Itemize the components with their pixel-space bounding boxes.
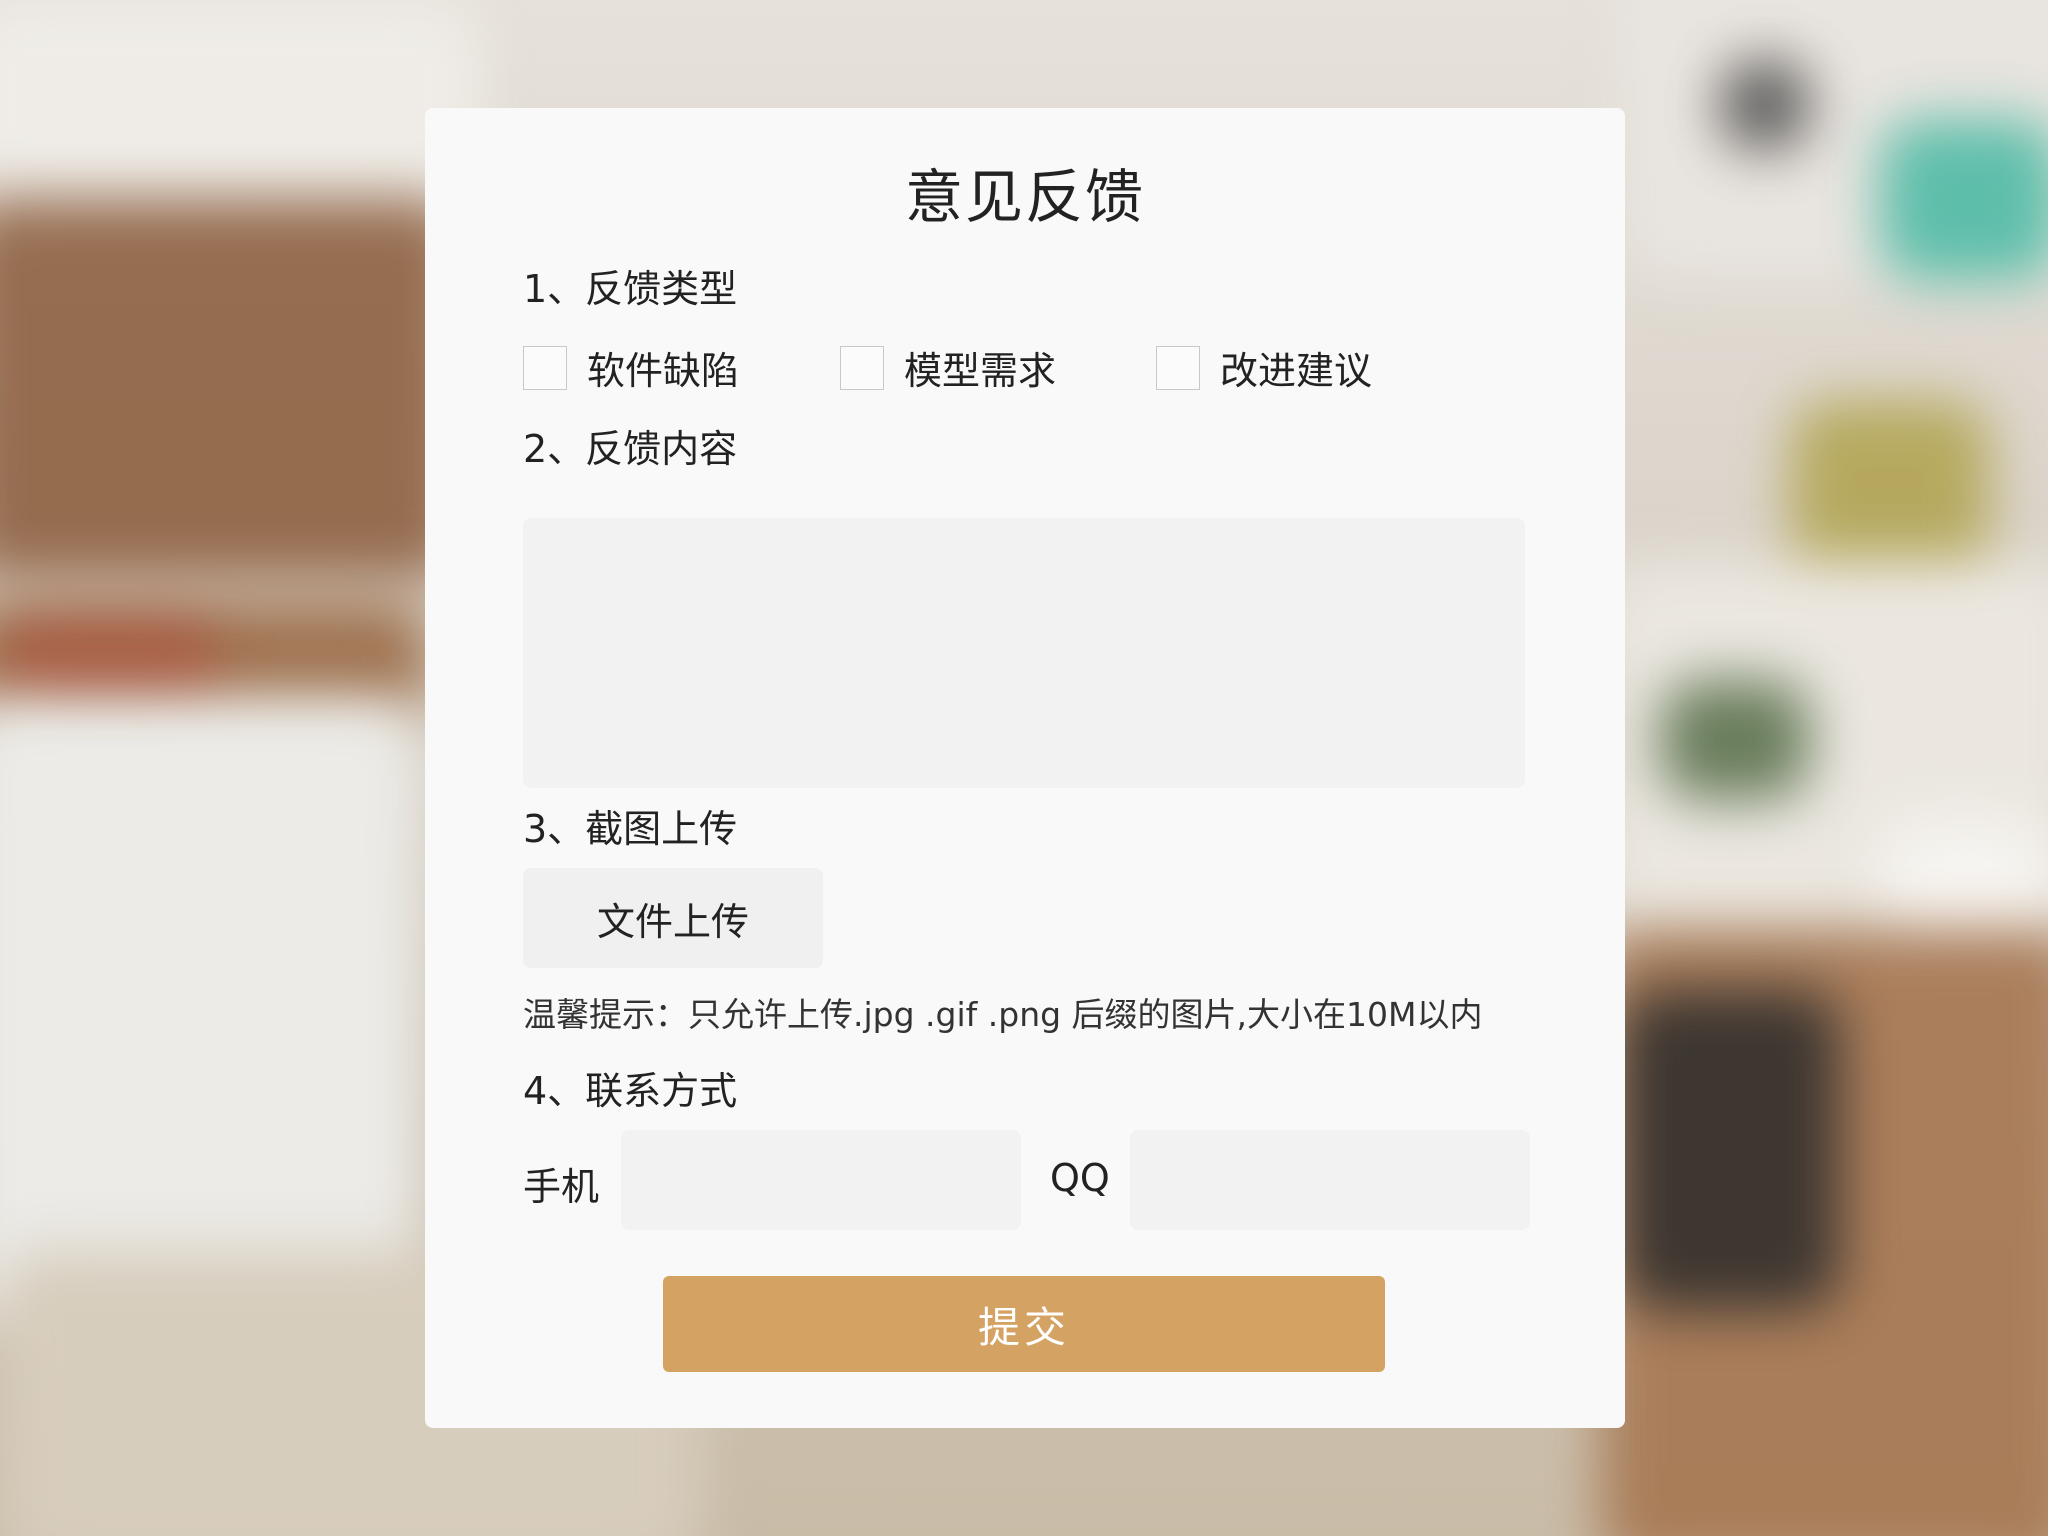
model-request-checkbox-label[interactable]: 模型需求 [904, 340, 1056, 395]
suggestion-checkbox[interactable] [1156, 345, 1200, 390]
suggestion-checkbox-label[interactable]: 改进建议 [1220, 340, 1372, 395]
defect-checkbox[interactable] [523, 345, 567, 390]
page-title: 意见反馈 [904, 163, 1145, 231]
feedback-type-label: 1、反馈类型 [523, 267, 738, 311]
screenshot-upload-label: 3、截图上传 [523, 807, 738, 851]
model-request-checkbox[interactable] [840, 345, 884, 390]
feedback-type-defect-option[interactable]: 软件缺陷 [523, 340, 739, 395]
feedback-panel: 意见反馈 1、反馈类型 软件缺陷 模型需求 改进建议 2、反馈内容 3、截图上传… [425, 108, 1625, 1428]
defect-checkbox-label[interactable]: 软件缺陷 [587, 340, 739, 395]
qq-input[interactable] [1130, 1130, 1530, 1230]
phone-label: 手机 [523, 1165, 600, 1209]
feedback-content-label: 2、反馈内容 [523, 427, 738, 471]
contact-label: 4、联系方式 [523, 1069, 738, 1113]
submit-button[interactable]: 提交 [663, 1276, 1385, 1372]
qq-label: QQ [1050, 1156, 1110, 1200]
file-upload-button[interactable]: 文件上传 [523, 868, 823, 968]
feedback-type-suggestion-option[interactable]: 改进建议 [1156, 340, 1372, 395]
feedback-content-textarea[interactable] [523, 518, 1525, 788]
upload-hint-text: 温馨提示：只允许上传.jpg .gif .png 后缀的图片,大小在10M以内 [523, 995, 1483, 1034]
phone-input[interactable] [621, 1130, 1021, 1230]
feedback-type-model-request-option[interactable]: 模型需求 [840, 340, 1056, 395]
